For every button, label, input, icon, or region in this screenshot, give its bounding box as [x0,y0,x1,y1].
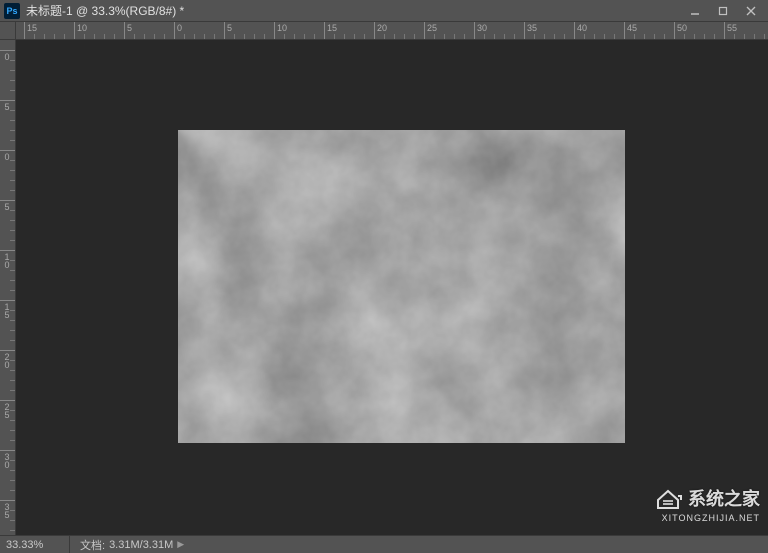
doc-size: 3.31M/3.31M [109,539,173,551]
chevron-right-icon[interactable]: ▶ [177,539,184,550]
zoom-level[interactable]: 33.33% [0,536,70,553]
maximize-button[interactable] [710,2,736,20]
photoshop-icon: Ps [4,3,20,19]
close-button[interactable] [738,2,764,20]
ruler-corner [0,22,16,40]
canvas-area[interactable]: 系统之家 XITONGZHIJIA.NET [16,40,768,535]
watermark-url: XITONGZHIJIA.NET [662,513,760,523]
document-info[interactable]: 文档: 3.31M/3.31M ▶ [70,537,194,553]
clouds-render [178,130,625,443]
minimize-button[interactable] [682,2,708,20]
doc-label: 文档: [80,537,105,553]
watermark-text: 系统之家 [688,485,760,511]
statusbar: 33.33% 文档: 3.31M/3.31M ▶ [0,535,768,553]
watermark: 系统之家 [654,485,760,511]
ruler-horizontal[interactable]: 151050510152025303540455055 [16,22,768,40]
ruler-vertical[interactable]: 050510152025303540 [0,40,16,535]
document-canvas[interactable] [178,130,625,443]
titlebar: Ps 未标题-1 @ 33.3%(RGB/8#) * [0,0,768,22]
watermark-logo-icon [654,486,682,510]
document-title: 未标题-1 @ 33.3%(RGB/8#) * [26,2,682,19]
window-controls [682,2,764,20]
